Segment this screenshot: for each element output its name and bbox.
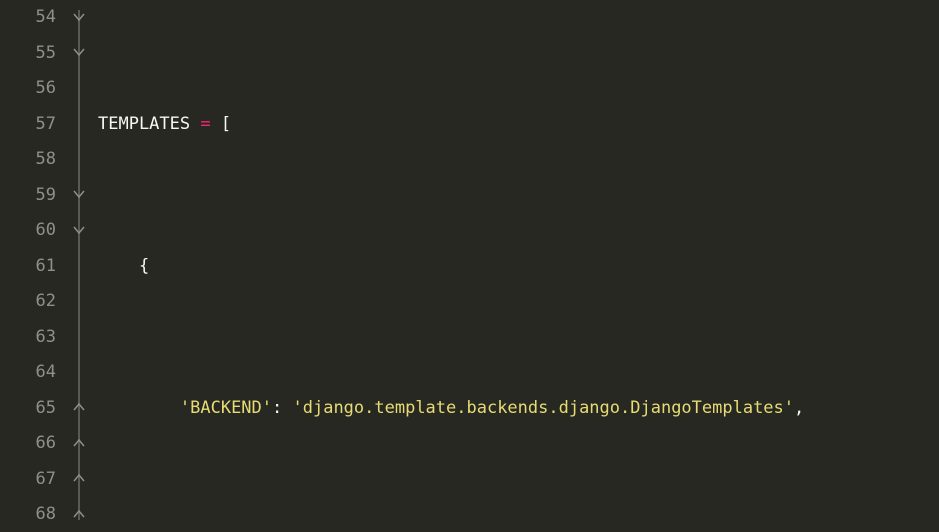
line-number: 59: [0, 178, 56, 214]
line-number: 63: [0, 320, 56, 356]
fold-open-icon[interactable]: [73, 11, 85, 23]
code-line[interactable]: TEMPLATES = [: [98, 107, 939, 143]
line-number: 54: [0, 0, 56, 36]
line-number: 58: [0, 142, 56, 178]
string: 'django.template.backends.django.DjangoT…: [293, 398, 795, 418]
line-number: 64: [0, 355, 56, 391]
punct: :: [272, 398, 292, 418]
line-number: 66: [0, 426, 56, 462]
line-number-gutter: 54 55 56 57 58 59 60 61 62 63 64 65 66 6…: [0, 0, 70, 532]
code-editor[interactable]: 54 55 56 57 58 59 60 61 62 63 64 65 66 6…: [0, 0, 939, 532]
line-number: 68: [0, 497, 56, 532]
fold-open-icon[interactable]: [73, 224, 85, 236]
code-area[interactable]: TEMPLATES = [ { 'BACKEND': 'django.templ…: [92, 0, 939, 532]
line-number: 62: [0, 284, 56, 320]
line-number: 60: [0, 213, 56, 249]
fold-close-icon[interactable]: [73, 437, 85, 449]
fold-gutter: [70, 0, 92, 532]
fold-close-icon[interactable]: [73, 508, 85, 520]
punct: [: [221, 114, 231, 134]
code-line[interactable]: {: [98, 249, 939, 285]
fold-open-icon[interactable]: [73, 188, 85, 200]
fold-close-icon[interactable]: [73, 401, 85, 413]
line-number: 67: [0, 462, 56, 498]
line-number: 57: [0, 107, 56, 143]
code-line[interactable]: 'BACKEND': 'django.template.backends.dja…: [98, 391, 939, 427]
fold-open-icon[interactable]: [73, 46, 85, 58]
string: 'BACKEND': [180, 398, 272, 418]
fold-close-icon[interactable]: [73, 472, 85, 484]
identifier: TEMPLATES: [98, 114, 190, 134]
operator: =: [190, 114, 221, 134]
line-number: 55: [0, 36, 56, 72]
line-number: 56: [0, 71, 56, 107]
line-number: 61: [0, 249, 56, 285]
line-number: 65: [0, 391, 56, 427]
punct: ,: [794, 398, 804, 418]
punct: {: [139, 256, 149, 276]
